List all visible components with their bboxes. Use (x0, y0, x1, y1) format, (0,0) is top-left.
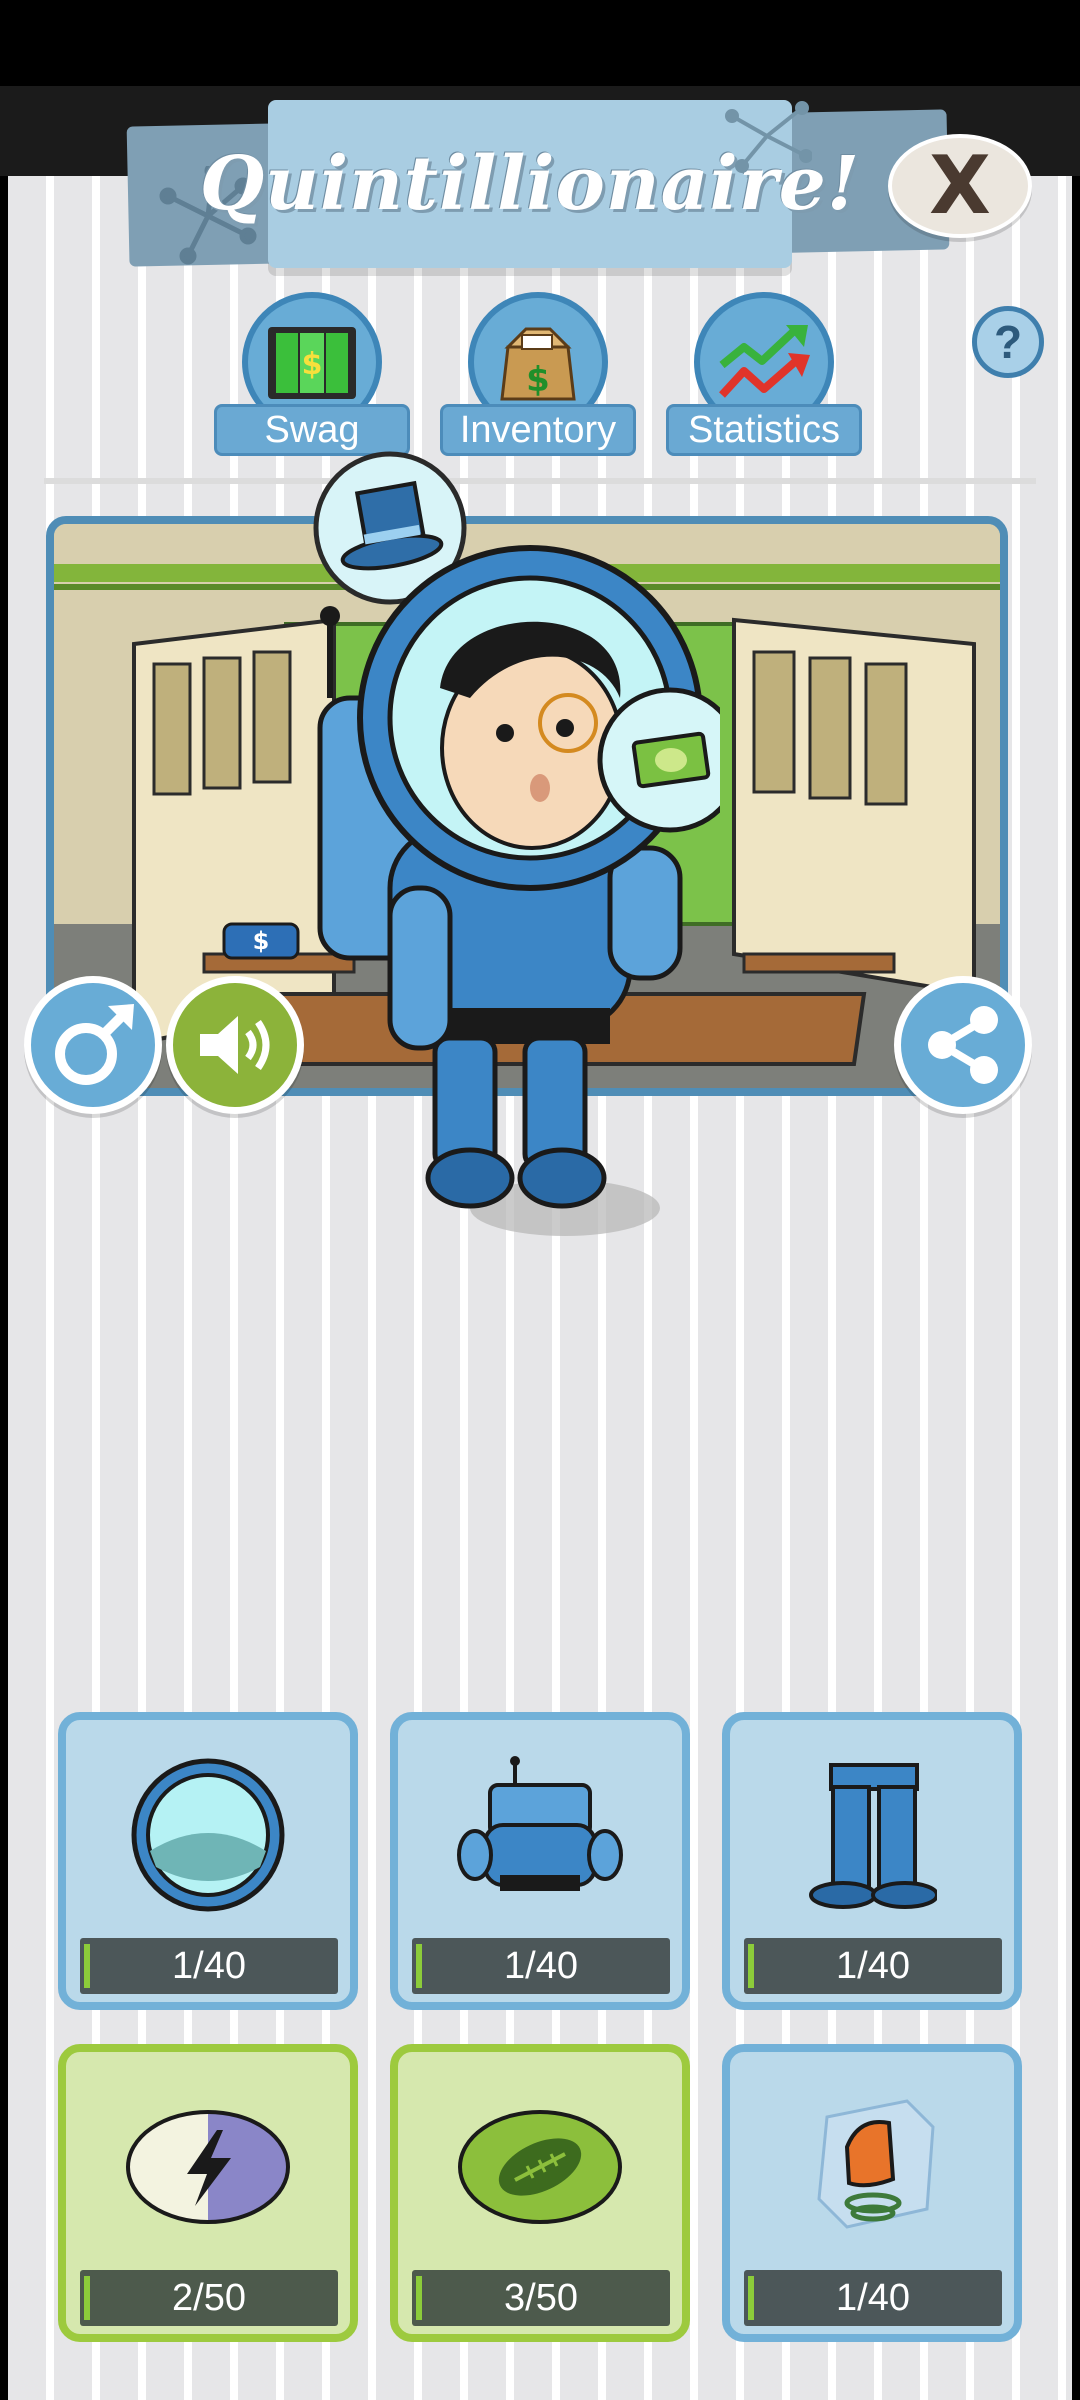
progress-fill (748, 1944, 754, 1988)
status-bar (0, 0, 1080, 86)
helmet-icon (131, 1758, 285, 1912)
item-count: 1/40 (504, 1945, 578, 1987)
share-icon (928, 1006, 998, 1084)
lightning-bolt-icon (126, 2110, 290, 2224)
tab-statistics[interactable]: Statistics (666, 292, 862, 456)
frozen-chair-icon (817, 2099, 935, 2229)
tab-swag[interactable]: $ Swag (214, 292, 410, 456)
progress-fill (416, 1944, 422, 1988)
progress-fill (84, 1944, 90, 1988)
item-card-suit[interactable]: 1/40 (390, 1712, 690, 2010)
sparkle-icon (725, 101, 812, 173)
item-card-helmet[interactable]: 1/40 (58, 1712, 358, 2010)
share-button[interactable] (894, 976, 1032, 1114)
space-pants-icon (809, 1763, 937, 1909)
item-count: 1/40 (836, 2277, 910, 2319)
progress-fill (748, 2276, 754, 2320)
item-count: 3/50 (504, 2277, 578, 2319)
item-card-energy[interactable]: 2/50 (58, 2044, 358, 2342)
money-doors-icon: $ (268, 327, 356, 399)
close-button[interactable]: X (888, 134, 1032, 238)
speaker-icon (200, 1016, 270, 1074)
help-button[interactable]: ? (972, 306, 1044, 378)
male-symbol-icon (55, 1004, 134, 1085)
football-icon (458, 2110, 622, 2224)
title-card: Quintillionaire! (200, 100, 859, 268)
svg-text:$: $ (253, 927, 270, 955)
space-suit-icon (457, 1756, 623, 1891)
item-count: 1/40 (172, 1945, 246, 1987)
close-icon: X (929, 139, 991, 232)
screen: Quintillionaire! X $ Swag $ Inventory St… (0, 0, 1080, 2400)
item-count: 2/50 (172, 2277, 246, 2319)
tab-inventory[interactable]: $ Inventory (440, 292, 636, 456)
astronaut-character (313, 451, 720, 1236)
gender-toggle-button[interactable] (24, 976, 162, 1114)
item-count: 1/40 (836, 1945, 910, 1987)
svg-text:$: $ (526, 360, 550, 400)
item-card-pants[interactable]: 1/40 (722, 1712, 1022, 2010)
money-box-icon: $ (500, 327, 576, 401)
item-card-football[interactable]: 3/50 (390, 2044, 690, 2342)
progress-fill (84, 2276, 90, 2320)
item-card-frozen-chair[interactable]: 1/40 (722, 2044, 1022, 2342)
progress-fill (416, 2276, 422, 2320)
sound-button[interactable] (166, 976, 304, 1114)
stocks-arrows-icon (719, 325, 810, 398)
svg-text:$: $ (302, 347, 323, 382)
